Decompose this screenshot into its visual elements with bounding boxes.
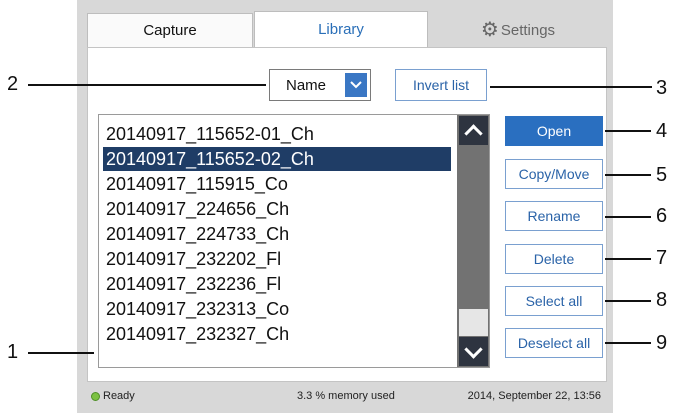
callout-8-line <box>605 300 651 302</box>
list-item[interactable]: 20140917_115915_Co <box>103 172 451 196</box>
tab-capture[interactable]: Capture <box>87 13 253 47</box>
status-datetime: 2014, September 22, 13:56 <box>467 390 601 402</box>
list-item[interactable]: 20140917_115652-02_Ch <box>103 147 451 171</box>
gear-icon: ⚙ <box>480 19 499 41</box>
tab-library-label: Library <box>318 21 364 38</box>
callout-4-line <box>605 130 651 132</box>
delete-button[interactable]: Delete <box>505 244 603 274</box>
list-item[interactable]: 20140917_232313_Co <box>103 297 451 321</box>
callout-5: 5 <box>656 164 668 186</box>
chevron-down-icon <box>464 339 483 359</box>
scroll-down-button[interactable] <box>459 337 488 366</box>
invert-list-button[interactable]: Invert list <box>395 69 487 101</box>
callout-1: 1 <box>7 341 19 363</box>
list-item[interactable]: 20140917_115652-01_Ch <box>103 122 451 146</box>
callout-7-line <box>605 258 651 260</box>
callout-2: 2 <box>7 73 19 95</box>
chevron-up-icon <box>464 123 483 143</box>
scroll-thumb[interactable] <box>459 309 488 336</box>
callout-3: 3 <box>656 77 668 99</box>
chevron-down-icon[interactable] <box>345 73 367 97</box>
callout-8: 8 <box>656 289 668 311</box>
file-list-scrollbar[interactable] <box>457 115 489 367</box>
rename-button[interactable]: Rename <box>505 201 603 231</box>
callout-6-line <box>605 216 651 218</box>
sort-select-value: Name <box>286 77 327 94</box>
tab-settings[interactable]: ⚙ Settings <box>429 13 607 47</box>
status-memory: 3.3 % memory used <box>297 390 395 402</box>
status-ready: Ready <box>103 390 135 402</box>
tab-library[interactable]: Library <box>254 11 428 47</box>
ready-indicator-icon <box>91 391 100 401</box>
tab-capture-label: Capture <box>143 22 197 39</box>
open-button[interactable]: Open <box>505 116 603 146</box>
callout-7: 7 <box>656 247 668 269</box>
callout-1-line <box>28 352 94 354</box>
callout-5-line <box>605 174 651 176</box>
status-bar: Ready 3.3 % memory used 2014, September … <box>87 385 607 407</box>
callout-6: 6 <box>656 205 668 227</box>
list-item[interactable]: 20140917_224733_Ch <box>103 222 451 246</box>
callout-2-line <box>28 84 266 86</box>
callout-9: 9 <box>656 332 668 354</box>
list-item[interactable]: 20140917_232236_Fl <box>103 272 451 296</box>
file-list[interactable]: 20140917_115652-01_Ch 20140917_115652-02_… <box>98 114 490 368</box>
callout-9-line <box>605 342 651 344</box>
scroll-up-button[interactable] <box>459 116 488 145</box>
copy-move-button[interactable]: Copy/Move <box>505 159 603 189</box>
select-all-button[interactable]: Select all <box>505 286 603 316</box>
deselect-all-button[interactable]: Deselect all <box>505 328 603 358</box>
tab-settings-label: Settings <box>500 21 556 39</box>
callout-3-line <box>490 86 652 88</box>
callout-4: 4 <box>656 120 668 142</box>
list-item[interactable]: 20140917_232202_Fl <box>103 247 451 271</box>
list-item[interactable]: 20140917_232327_Ch <box>103 322 451 346</box>
sort-select[interactable]: Name <box>269 69 371 101</box>
list-item[interactable]: 20140917_224656_Ch <box>103 197 451 221</box>
